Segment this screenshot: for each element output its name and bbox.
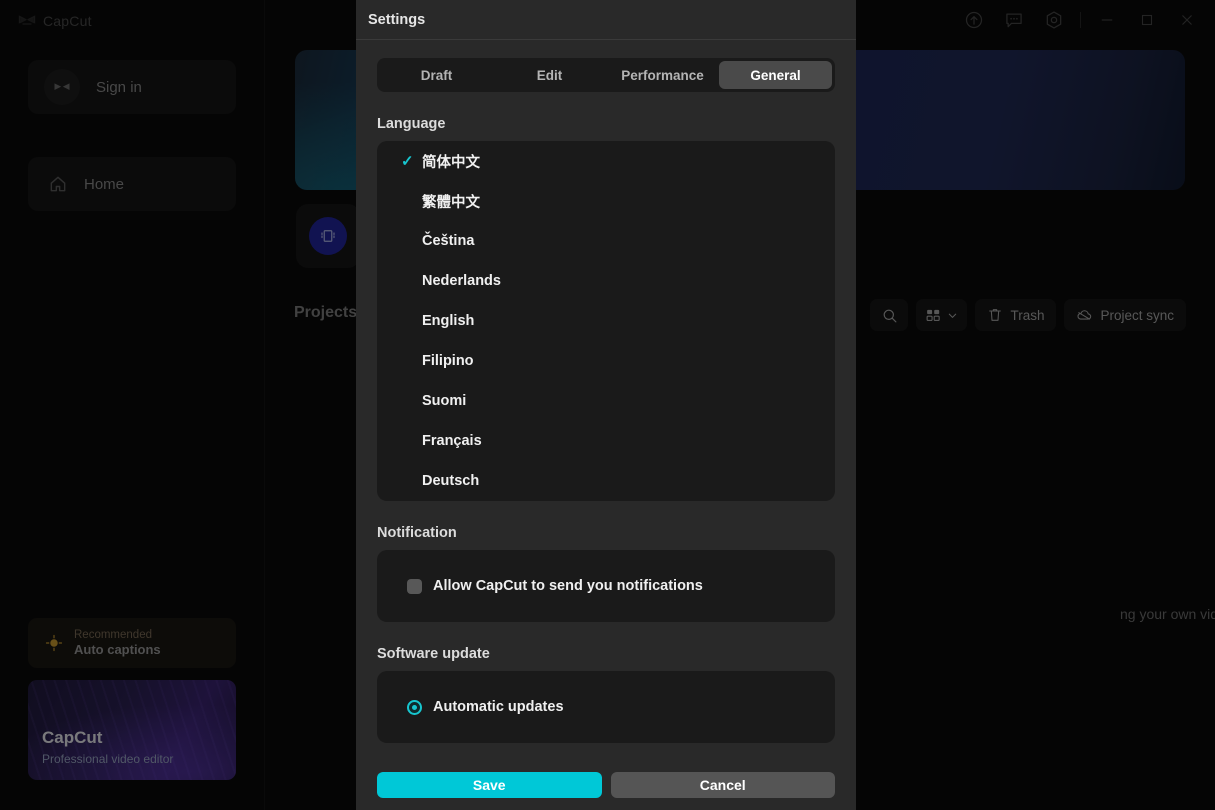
settings-dialog: Settings Draft Edit Performance General … (356, 0, 856, 810)
notifications-checkbox[interactable] (407, 578, 422, 594)
language-label: 简体中文 (422, 154, 480, 171)
language-option-nederlands[interactable]: Nederlands (377, 261, 835, 301)
settings-dialog-title: Settings (368, 11, 426, 28)
language-section-label: Language (377, 116, 446, 132)
language-option-suomi[interactable]: Suomi (377, 381, 835, 421)
settings-dialog-footer: Save Cancel (356, 760, 856, 810)
notifications-checkbox-label: Allow CapCut to send you notifications (433, 578, 703, 594)
language-label: Suomi (422, 393, 467, 409)
language-option-zh-hant[interactable]: 繁體中文 (377, 181, 835, 221)
language-label: Deutsch (422, 473, 480, 489)
language-label: 繁體中文 (422, 194, 480, 211)
language-option-francais[interactable]: Français (377, 421, 835, 461)
software-update-card: Automatic updates (377, 671, 835, 743)
tab-general[interactable]: General (719, 61, 832, 89)
language-label: English (422, 313, 475, 329)
language-label: Filipino (422, 353, 474, 369)
tab-edit[interactable]: Edit (493, 61, 606, 89)
tab-performance[interactable]: Performance (606, 61, 719, 89)
language-option-deutsch[interactable]: Deutsch (377, 461, 835, 501)
software-update-section-label: Software update (377, 646, 490, 662)
settings-tabs: Draft Edit Performance General (377, 58, 835, 92)
automatic-updates-label: Automatic updates (433, 699, 564, 715)
language-label: Français (422, 433, 482, 449)
language-option-filipino[interactable]: Filipino (377, 341, 835, 381)
notification-section-label: Notification (377, 525, 457, 541)
settings-dialog-header: Settings (356, 0, 856, 40)
check-icon: ✓ (401, 153, 414, 170)
automatic-updates-radio[interactable] (407, 699, 422, 715)
settings-dialog-body: Draft Edit Performance General Language … (356, 40, 856, 810)
language-option-zh-hans[interactable]: ✓ 简体中文 (377, 141, 835, 181)
language-label: Nederlands (422, 273, 501, 289)
language-list[interactable]: ✓ 简体中文 繁體中文 Čeština Nederlands English F… (377, 141, 835, 501)
save-button[interactable]: Save (377, 772, 602, 798)
language-option-cestina[interactable]: Čeština (377, 221, 835, 261)
notification-card: Allow CapCut to send you notifications (377, 550, 835, 622)
language-option-english[interactable]: English (377, 301, 835, 341)
tab-draft[interactable]: Draft (380, 61, 493, 89)
capcut-window: CapCut Sign in Home Recommended Auto cap… (0, 0, 1215, 810)
language-label: Čeština (422, 233, 475, 249)
cancel-button[interactable]: Cancel (610, 772, 835, 798)
